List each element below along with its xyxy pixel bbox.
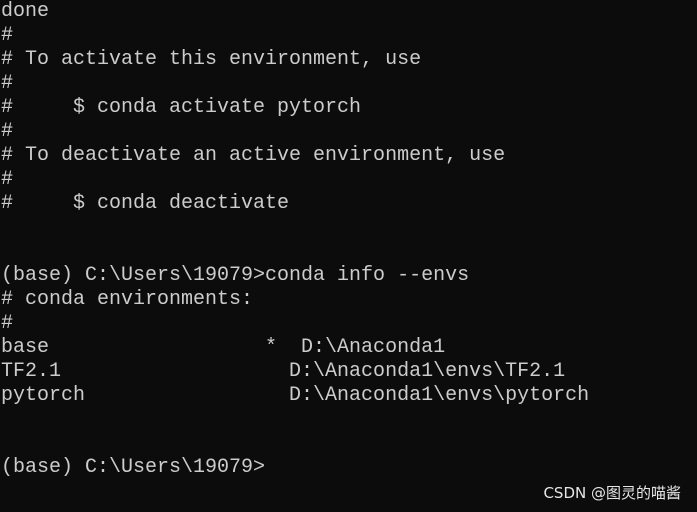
terminal-line: # $ conda activate pytorch [1, 96, 362, 119]
terminal-line: # conda environments: [1, 288, 254, 311]
terminal-line: # To deactivate an active environment, u… [1, 144, 506, 167]
prompt-line[interactable]: (base) C:\Users\19079> [1, 456, 589, 480]
env-row-base: base * D:\Anaconda1 [1, 336, 446, 359]
terminal-line: # [1, 168, 14, 191]
terminal-line: # [1, 312, 14, 335]
env-row-tf21: TF2.1 D:\Anaconda1\envs\TF2.1 [1, 360, 566, 383]
terminal-line: # [1, 72, 14, 95]
terminal-line: # To activate this environment, use [1, 48, 422, 71]
terminal-line: done [1, 0, 50, 23]
terminal-line: # [1, 120, 14, 143]
command-line: (base) C:\Users\19079>conda info --envs [1, 264, 470, 287]
env-row-pytorch: pytorch D:\Anaconda1\envs\pytorch [1, 384, 590, 407]
terminal-line: # [1, 24, 14, 47]
terminal-line: # $ conda deactivate [1, 192, 290, 215]
terminal-output[interactable]: done # # To activate this environment, use… [1, 0, 589, 480]
watermark: CSDN @图灵的喵酱 [543, 484, 681, 502]
